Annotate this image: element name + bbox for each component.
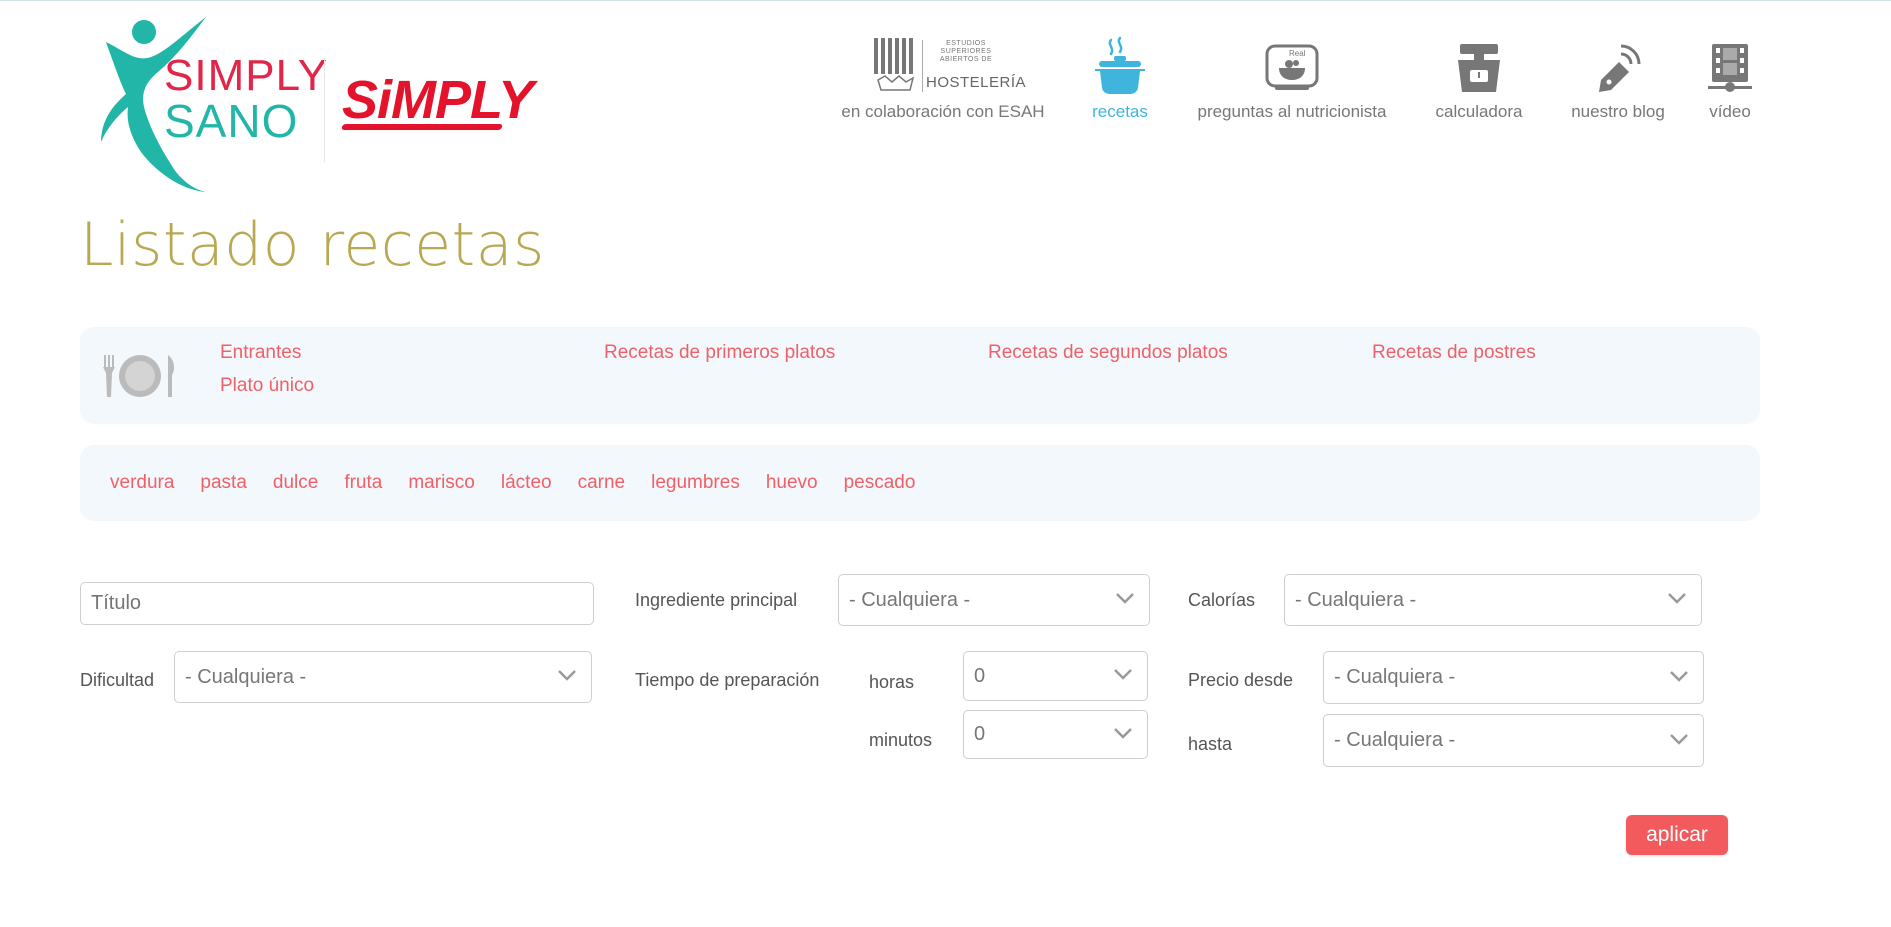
nav-recetas[interactable]: recetas (1080, 36, 1160, 122)
nutritionist-icon: Real (1265, 44, 1319, 90)
esah-logo-icon: ESTUDIOS SUPERIORES ABIERTOS DE HOSTELER… (872, 36, 1026, 98)
category-plato-unico[interactable]: Plato único (220, 375, 314, 397)
ingredient-verdura[interactable]: verdura (110, 472, 174, 494)
nav-label-nutricionista: preguntas al nutricionista (1197, 102, 1387, 121)
category-entrantes[interactable]: Entrantes (220, 342, 301, 364)
svg-text:Real: Real (1289, 49, 1306, 58)
difficulty-select[interactable]: - Cualquiera - (174, 651, 592, 703)
ingredient-fruta[interactable]: fruta (344, 472, 382, 494)
price-from-select[interactable]: - Cualquiera - (1323, 651, 1704, 704)
prep-time-label: Tiempo de preparación (635, 670, 820, 690)
nav-label-recetas: recetas (1092, 102, 1148, 121)
category-segundos-platos[interactable]: Recetas de segundos platos (988, 342, 1228, 364)
ingredient-pasta[interactable]: pasta (200, 472, 246, 494)
brand-logo-text: SiMPLY (342, 70, 534, 130)
brand-logo-swoosh (341, 124, 503, 130)
film-icon (1708, 44, 1752, 92)
minutes-select[interactable]: 0 (963, 710, 1148, 759)
nav-blog[interactable]: nuestro blog (1560, 36, 1676, 122)
site-logo[interactable]: SIMPLY SANO SiMPLY (96, 12, 534, 197)
page-title: Listado recetas (80, 210, 545, 280)
chevron-down-icon (1668, 593, 1686, 604)
price-from-label: Precio desde (1188, 670, 1294, 690)
price-from-select-value: - Cualquiera - (1334, 666, 1456, 688)
category-panel: Entrantes Plato único Recetas de primero… (80, 327, 1760, 424)
minutes-label: minutos (869, 730, 933, 750)
top-border (0, 0, 1891, 1)
hours-select-value: 0 (974, 664, 986, 687)
scale-icon (1458, 44, 1500, 92)
logo-divider (324, 58, 325, 162)
ingredient-dulce[interactable]: dulce (273, 472, 318, 494)
chevron-down-icon (1116, 593, 1134, 604)
nav-label-video: vídeo (1709, 102, 1751, 121)
category-postres[interactable]: Recetas de postres (1372, 342, 1536, 364)
ingredient-label: Ingrediente principal (635, 590, 798, 610)
minutes-select-value: 0 (974, 723, 986, 745)
price-to-label: hasta (1188, 734, 1233, 754)
chevron-down-icon (1670, 670, 1688, 682)
logo-text-simply: SIMPLY (164, 51, 329, 100)
ingredient-select-value: - Cualquiera - (849, 588, 971, 611)
esah-big-text: HOSTELERÍA (926, 74, 1027, 91)
nav-calculadora[interactable]: calculadora (1426, 36, 1532, 122)
plate-cutlery-icon (103, 355, 175, 397)
apply-button[interactable]: aplicar (1626, 815, 1728, 855)
ingredient-carne[interactable]: carne (578, 472, 626, 494)
ingredient-select[interactable]: - Cualquiera - (838, 574, 1150, 626)
logo-text-sano: SANO (164, 95, 299, 147)
calories-label: Calorías (1188, 590, 1256, 610)
chevron-down-icon (558, 670, 576, 681)
hours-select[interactable]: 0 (963, 651, 1148, 701)
price-to-select-value: - Cualquiera - (1334, 729, 1456, 751)
ingredient-pescado[interactable]: pescado (844, 472, 916, 494)
nav-label-blog: nuestro blog (1571, 102, 1665, 121)
ingredient-huevo[interactable]: huevo (766, 472, 818, 494)
ingredient-list: verdura pasta dulce fruta marisco lácteo… (110, 445, 941, 521)
difficulty-label: Dificultad (80, 670, 155, 690)
nav-esah[interactable]: ESTUDIOS SUPERIORES ABIERTOS DE HOSTELER… (838, 36, 1048, 122)
cooking-pot-icon (1095, 36, 1145, 94)
pen-nib-icon (1599, 44, 1641, 92)
ingredient-lacteo[interactable]: lácteo (501, 472, 552, 494)
nav-label-esah: en colaboración con ESAH (841, 102, 1045, 121)
calories-select-value: - Cualquiera - (1295, 588, 1417, 611)
category-primeros-platos[interactable]: Recetas de primeros platos (604, 342, 835, 364)
ingredient-panel: verdura pasta dulce fruta marisco lácteo… (80, 445, 1760, 521)
price-to-select[interactable]: - Cualquiera - (1323, 714, 1704, 767)
ingredient-legumbres[interactable]: legumbres (651, 472, 740, 494)
chevron-down-icon (1114, 669, 1132, 680)
calories-select[interactable]: - Cualquiera - (1284, 574, 1702, 626)
esah-small-text: ESTUDIOS SUPERIORES ABIERTOS DE (939, 40, 993, 63)
hours-label: horas (869, 672, 915, 692)
ingredient-marisco[interactable]: marisco (408, 472, 475, 494)
difficulty-select-value: - Cualquiera - (185, 665, 307, 688)
chevron-down-icon (1114, 727, 1132, 739)
nav-label-calculadora: calculadora (1435, 102, 1523, 121)
chevron-down-icon (1670, 733, 1688, 745)
nav-video[interactable]: vídeo (1700, 36, 1760, 122)
nav-nutricionista[interactable]: Real preguntas al nutricionista (1186, 36, 1398, 122)
title-search-input[interactable] (80, 582, 594, 625)
